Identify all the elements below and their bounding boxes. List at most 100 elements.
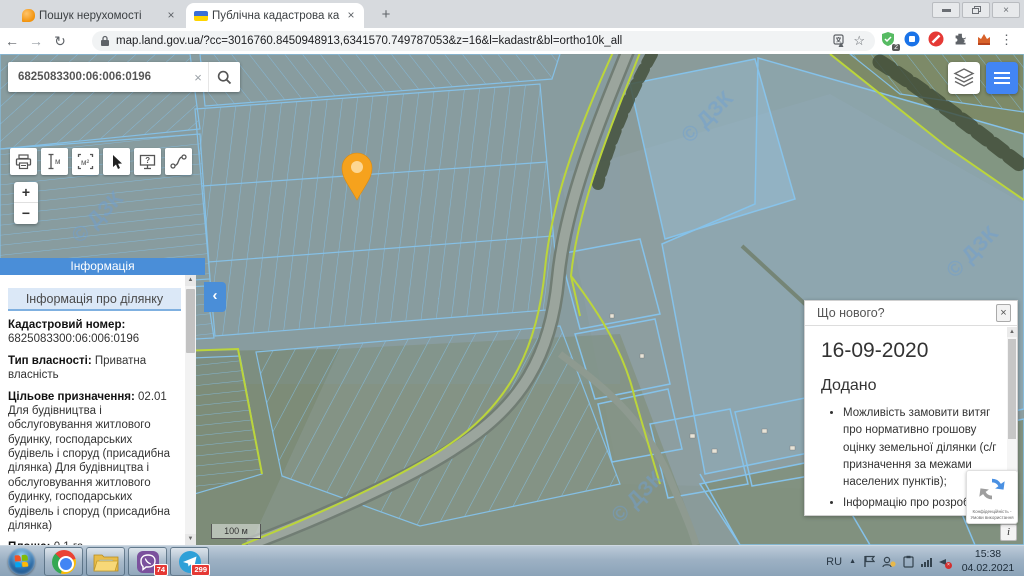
adblock-icon[interactable]	[928, 31, 945, 48]
scroll-thumb[interactable]	[1008, 339, 1016, 439]
window-controls: ×	[932, 2, 1020, 18]
action-center-flag-icon[interactable]	[863, 555, 875, 568]
clipboard-icon[interactable]	[903, 555, 914, 568]
clear-search-icon[interactable]: ×	[188, 70, 208, 85]
restore-icon	[972, 6, 981, 14]
map-toolbar: м м² ?	[10, 148, 192, 175]
field-label: Тип власності:	[8, 355, 92, 367]
windows-logo-icon	[14, 555, 29, 569]
layers-button[interactable]	[948, 62, 980, 94]
taskbar-clock[interactable]: 15:38 04.02.2021	[958, 548, 1018, 574]
telegram-badge: 299	[191, 564, 210, 576]
whats-new-close-button[interactable]: ×	[996, 304, 1011, 322]
svg-text:?: ?	[145, 156, 150, 165]
bookmark-star-icon[interactable]: ☆	[853, 33, 865, 49]
back-button[interactable]: ←	[0, 33, 24, 49]
map-attribution-button[interactable]: i	[1000, 524, 1017, 541]
search-button[interactable]	[208, 62, 240, 92]
folder-icon	[93, 551, 119, 573]
extensions-puzzle-icon[interactable]	[952, 31, 969, 48]
extension-shield-icon[interactable]: 2	[880, 31, 897, 48]
taskbar-viber-button[interactable]: 74	[128, 547, 167, 576]
url-text: map.land.gov.ua/?cc=3016760.8450948913,6…	[116, 35, 833, 47]
ukraine-flag-favicon	[194, 11, 208, 21]
print-button[interactable]	[10, 148, 37, 175]
translate-icon[interactable]	[833, 34, 847, 48]
browser-tab-strip: Пошук нерухомості × Публічна кадастрова …	[0, 0, 1024, 28]
svg-text:м: м	[55, 157, 61, 166]
whats-new-date: 16-09-2020	[821, 339, 1003, 363]
tab-title: Публічна кадастрова карта Укра	[212, 10, 340, 22]
field-value: 02.01 Для будівництва і обслуговування ж…	[8, 391, 170, 532]
network-signal-icon[interactable]	[921, 557, 932, 567]
cadastral-search-box: ×	[8, 62, 240, 92]
recaptcha-terms-text: Умови використання	[967, 515, 1017, 521]
taskbar-explorer-button[interactable]	[86, 547, 125, 576]
chrome-icon	[52, 550, 76, 574]
cursor-icon	[110, 154, 124, 170]
scroll-up-icon[interactable]: ▲	[1007, 327, 1017, 337]
screen-help-icon: ?	[139, 154, 156, 170]
new-tab-button[interactable]: +	[374, 4, 398, 26]
volume-muted-icon[interactable]: ×	[939, 556, 951, 568]
scroll-down-icon[interactable]: ▼	[185, 534, 196, 545]
tray-expand-icon[interactable]: ▲	[849, 558, 856, 565]
recaptcha-icon	[977, 474, 1007, 504]
extension-blue-icon[interactable]	[904, 31, 921, 48]
scroll-thumb[interactable]	[186, 289, 195, 353]
tab-cadastral-map[interactable]: Публічна кадастрова карта Укра ×	[186, 3, 364, 28]
scroll-up-icon[interactable]: ▲	[185, 275, 196, 286]
info-panel-collapse-button[interactable]: ‹	[204, 282, 226, 312]
taskbar-chrome-button[interactable]	[44, 547, 83, 576]
lock-icon	[100, 35, 110, 47]
chrome-menu-icon[interactable]: ⋮	[1000, 32, 1010, 48]
recaptcha-badge[interactable]: Конфіденційність - Умови використання	[966, 470, 1018, 524]
search-input[interactable]	[8, 71, 188, 83]
cadastral-number-field: Кадастровий номер: 6825083300:06:006:019…	[8, 318, 181, 347]
extension-orange-icon[interactable]	[976, 31, 993, 48]
forward-button[interactable]: →	[24, 33, 48, 49]
recaptcha-privacy-text: Конфіденційність -	[967, 509, 1017, 515]
print-icon	[15, 154, 32, 170]
info-panel-scrollbar[interactable]: ▲ ▼	[185, 275, 196, 545]
minimize-icon	[942, 9, 951, 12]
tab-real-estate-search[interactable]: Пошук нерухомості ×	[14, 3, 184, 28]
whats-new-title: Що нового?	[817, 306, 996, 320]
tab-close-icon[interactable]: ×	[344, 9, 358, 23]
reload-button[interactable]: ↻	[48, 33, 72, 50]
route-tool-button[interactable]	[165, 148, 192, 175]
info-panel-header[interactable]: Інформація	[0, 258, 205, 275]
svg-text:м²: м²	[81, 158, 90, 167]
ownership-type-field: Тип власності: Приватна власність	[8, 354, 181, 383]
whats-new-section: Додано	[821, 377, 1003, 395]
tab-close-icon[interactable]: ×	[164, 9, 178, 23]
extension-badge: 2	[892, 44, 900, 51]
zoom-in-button[interactable]: +	[14, 182, 38, 203]
taskbar: 74 299 RU ▲ × 15:38 04.02.2021	[0, 545, 1024, 576]
minimize-button[interactable]	[932, 2, 960, 18]
hamburger-icon	[994, 72, 1010, 74]
restore-button[interactable]	[962, 2, 990, 18]
address-bar: ← → ↻ map.land.gov.ua/?cc=3016760.845094…	[0, 28, 1024, 54]
omnibox[interactable]: map.land.gov.ua/?cc=3016760.8450948913,6…	[92, 31, 875, 51]
measure-length-button[interactable]: м	[41, 148, 68, 175]
layers-icon	[953, 68, 975, 88]
update-users-icon[interactable]	[882, 556, 896, 568]
scale-bar: 100 м	[211, 524, 261, 539]
taskbar-telegram-button[interactable]: 299	[170, 547, 209, 576]
measure-area-button[interactable]: м²	[72, 148, 99, 175]
language-indicator[interactable]: RU	[826, 556, 842, 568]
close-button[interactable]: ×	[992, 2, 1020, 18]
start-button[interactable]	[8, 548, 35, 575]
cursor-tool-button[interactable]	[103, 148, 130, 175]
clock-date: 04.02.2021	[962, 562, 1015, 574]
clock-time: 15:38	[975, 548, 1001, 560]
field-label: Кадастровий номер:	[8, 319, 125, 331]
tab-title: Пошук нерухомості	[39, 10, 160, 22]
zoom-out-button[interactable]: −	[14, 203, 38, 224]
search-icon	[217, 70, 232, 85]
zoom-controls: + −	[14, 182, 38, 224]
map-menu-button[interactable]	[986, 62, 1018, 94]
screen-help-button[interactable]: ?	[134, 148, 161, 175]
info-panel-body: Інформація про ділянку Кадастровий номер…	[0, 275, 196, 545]
